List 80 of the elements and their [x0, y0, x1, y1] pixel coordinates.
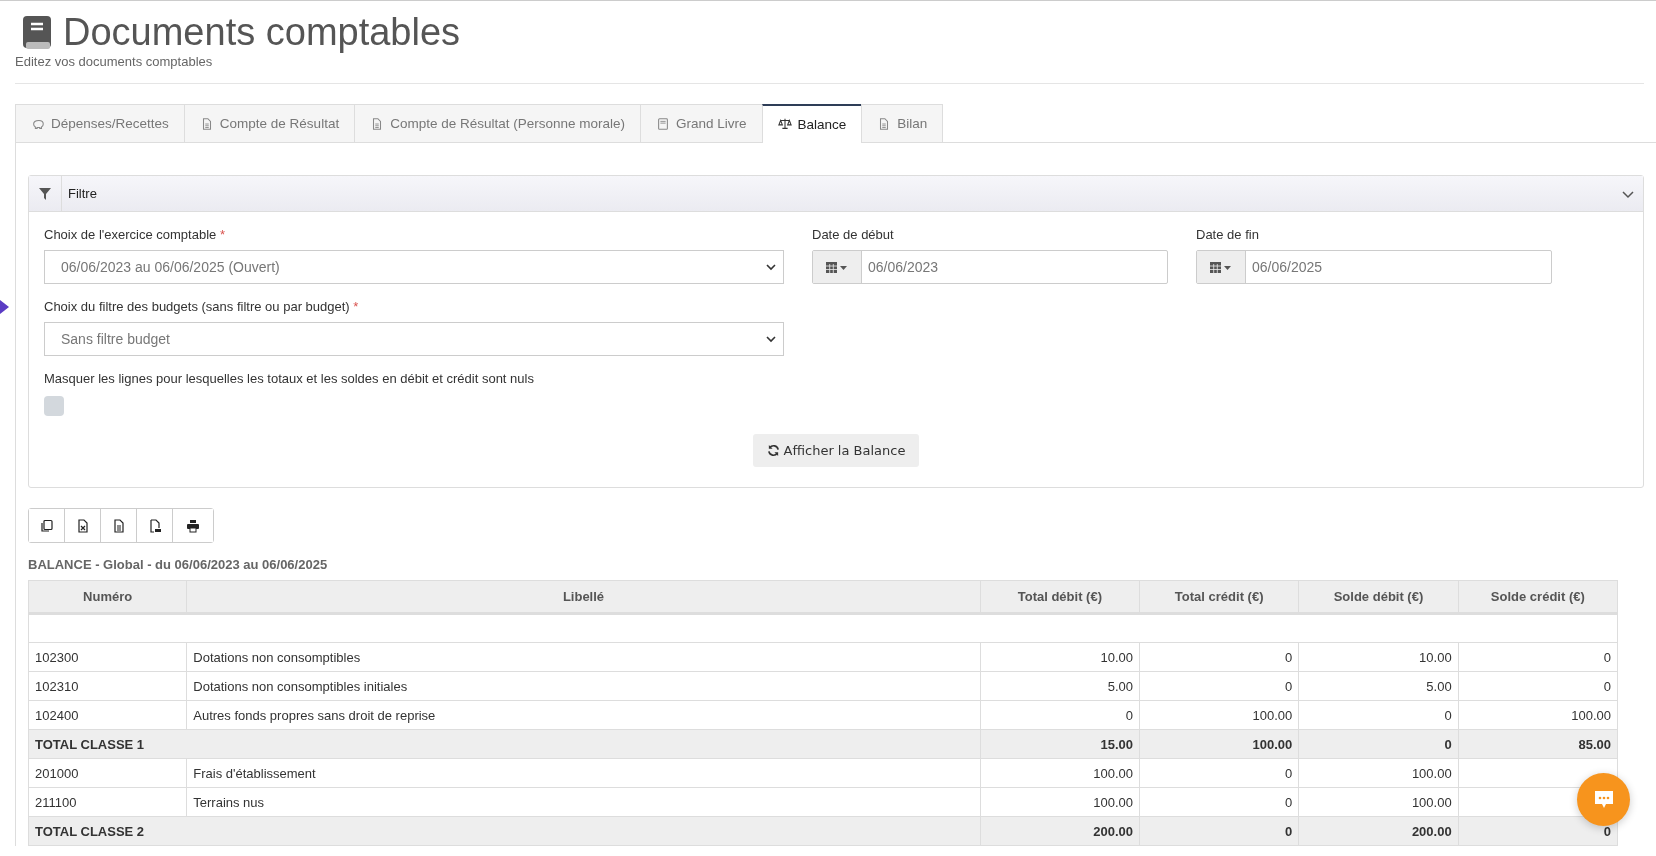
tab[interactable]: Compte de Résultat: [183, 104, 356, 142]
column-header[interactable]: Solde débit (€): [1298, 580, 1459, 614]
tab[interactable]: Dépenses/Recettes: [15, 104, 185, 142]
field-label: Date de début: [812, 227, 895, 242]
table-cell: 0: [1139, 642, 1299, 672]
page-subtitle: Editez vos documents comptables: [15, 54, 214, 71]
table-cell: 10.00: [980, 642, 1140, 672]
table-cell: 100.00: [1139, 729, 1299, 759]
checkbox[interactable]: [44, 396, 64, 416]
show-balance-button[interactable]: Afficher la Balance: [752, 434, 920, 467]
select-field[interactable]: 06/06/2023 au 06/06/2025 (Ouvert): [44, 250, 784, 284]
field-label: Date de fin: [1196, 227, 1260, 242]
filter-icon: [39, 187, 51, 200]
table-cell: 5.00: [980, 671, 1140, 701]
table-cell: 102310: [28, 671, 187, 701]
calendar-icon: [825, 260, 849, 274]
table-cell: 10.00: [1298, 642, 1459, 672]
column-header[interactable]: Total crédit (€): [1139, 580, 1299, 614]
table-cell: 0: [1139, 758, 1299, 788]
table-cell: Frais d'établissement: [186, 758, 981, 788]
table-cell: TOTAL CLASSE 1: [28, 729, 981, 759]
field-label: Choix du filtre des budgets (sans filtre ou par budget) *: [44, 299, 360, 314]
field-label: Choix de l'exercice comptable *: [44, 227, 226, 242]
checkbox-label: Masquer les lignes pour lesquelles les totaux et les soldes en débit et crédit sont nuls: [44, 371, 535, 386]
drawer-handle-icon[interactable]: [0, 300, 10, 314]
tab[interactable]: Balance: [761, 104, 863, 143]
caret-icon: [765, 333, 777, 345]
table-cell: 100.00: [1458, 700, 1618, 730]
table-cell: Autres fonds propres sans droit de reprise: [186, 700, 981, 730]
date-field[interactable]: 06/06/2023: [812, 250, 1168, 284]
scale-icon: [777, 117, 792, 131]
table-cell: 102400: [28, 700, 187, 730]
table-cell: 0: [1139, 787, 1299, 817]
table-cell: Dotations non consomptibles: [186, 642, 981, 672]
print-icon: [186, 518, 200, 533]
select-field[interactable]: Sans filtre budget: [44, 322, 784, 356]
table-cell: 100.00: [1139, 700, 1299, 730]
table-cell: 100.00: [1298, 787, 1459, 817]
refresh-icon: [766, 444, 780, 457]
caret-icon: [765, 261, 777, 273]
table-cell: 0: [1139, 816, 1299, 846]
table-cell: 0: [1298, 700, 1459, 730]
table-cell: 0: [1458, 671, 1618, 701]
table-cell: 100.00: [980, 787, 1140, 817]
table-cell: 201000: [28, 758, 187, 788]
chat-button[interactable]: [1577, 773, 1630, 826]
table-cell: 85.00: [1458, 729, 1618, 759]
copy-icon: [39, 518, 54, 533]
table-cell: 100.00: [1298, 758, 1459, 788]
table-cell: 0: [1139, 671, 1299, 701]
table-cell: Terrains nus: [186, 787, 981, 817]
column-header[interactable]: Solde crédit (€): [1458, 580, 1618, 614]
column-header[interactable]: Numéro: [28, 580, 187, 614]
calendar-icon: [1209, 260, 1233, 274]
table-cell: 211100: [28, 787, 187, 817]
table-cell: TOTAL CLASSE 2: [28, 816, 981, 846]
tab[interactable]: Bilan: [861, 104, 944, 142]
pdf-file-icon: [147, 518, 162, 533]
date-field[interactable]: 06/06/2025: [1196, 250, 1552, 284]
table-cell: 0: [1458, 642, 1618, 672]
text-file-icon: [111, 518, 126, 533]
table-cell: 0: [1298, 729, 1459, 759]
table-cell: 102300: [28, 642, 187, 672]
table-cell: 5.00: [1298, 671, 1459, 701]
tab[interactable]: Compte de Résultat (Personne morale): [354, 104, 641, 142]
column-header[interactable]: Total débit (€): [980, 580, 1140, 614]
column-header[interactable]: Libellé: [186, 580, 981, 614]
page-title: Documents comptables: [63, 11, 461, 54]
table-cell: Dotations non consomptibles initiales: [186, 671, 981, 701]
filter-title: Filtre: [67, 186, 98, 201]
table-cell: 100.00: [980, 758, 1140, 788]
book-icon: [656, 116, 670, 131]
table-caption: BALANCE - Global - du 06/06/2023 au 06/06/2025: [28, 557, 329, 572]
spreadsheet-file-icon: [75, 518, 90, 533]
book-icon: [21, 14, 53, 51]
table-cell: 15.00: [980, 729, 1140, 759]
tab[interactable]: Grand Livre: [640, 104, 763, 142]
table-cell: 200.00: [1298, 816, 1459, 846]
table-cell: 200.00: [980, 816, 1140, 846]
table-cell: 0: [980, 700, 1140, 730]
